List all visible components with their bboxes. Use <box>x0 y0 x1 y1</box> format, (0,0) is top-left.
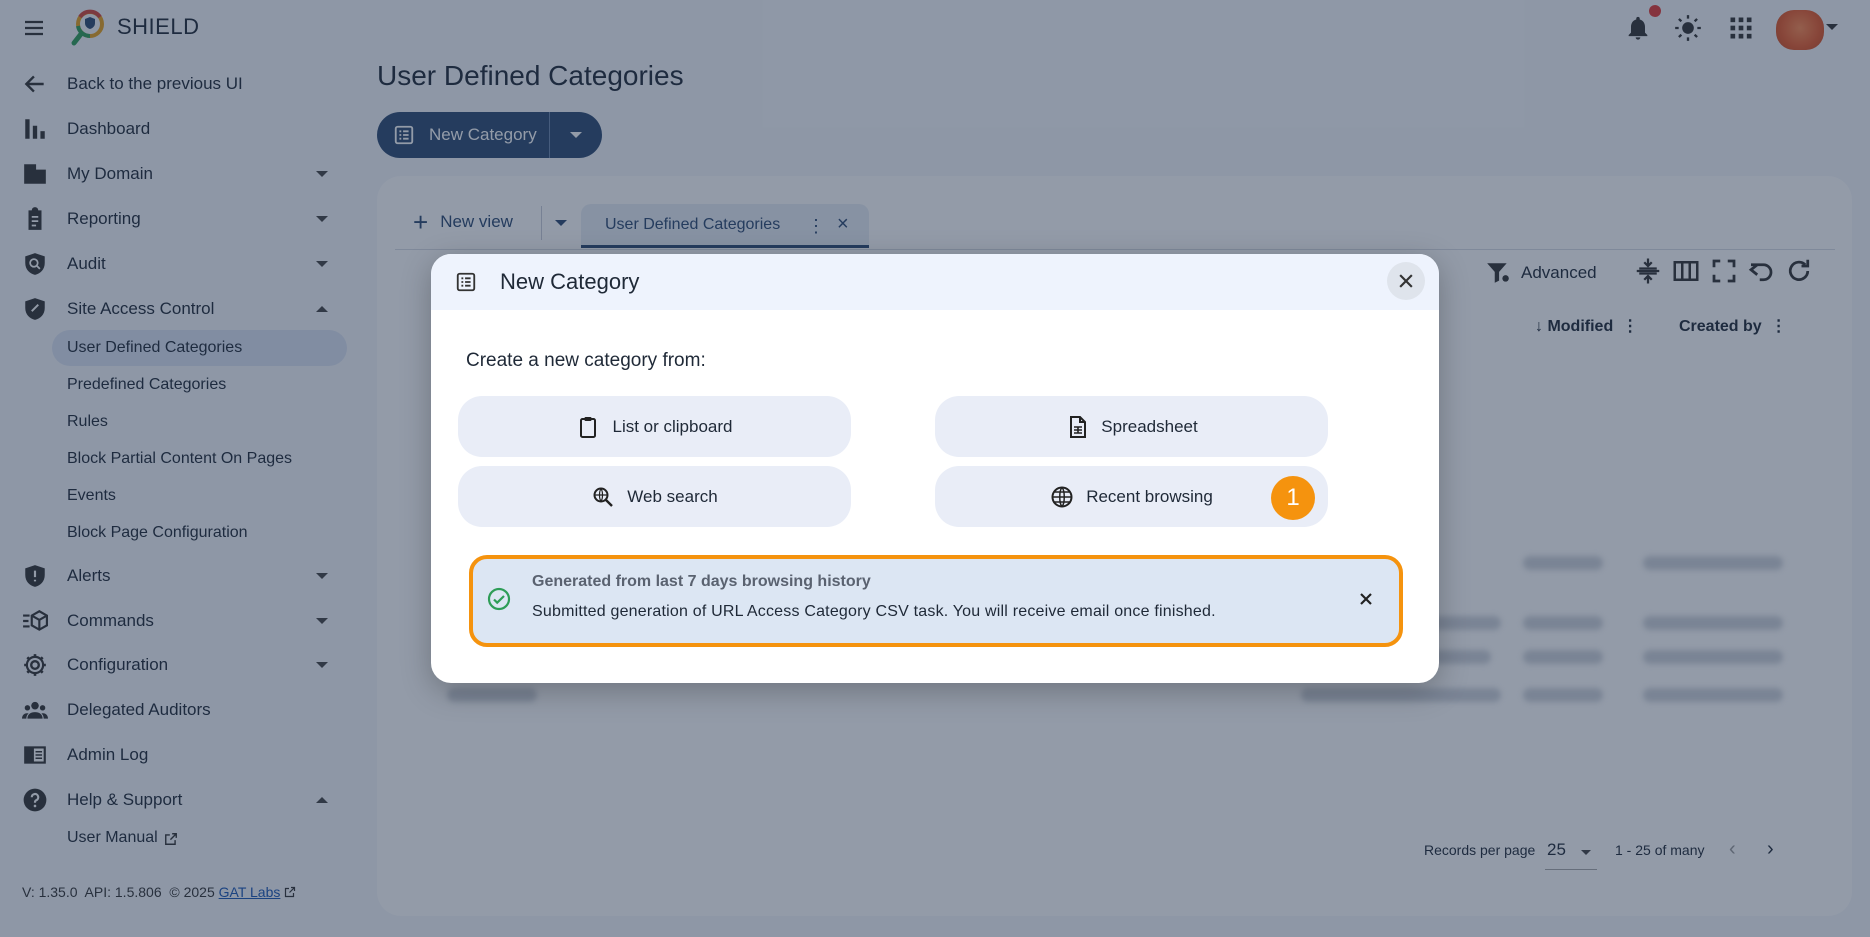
check-circle-icon <box>487 587 511 611</box>
option-label: List or clipboard <box>612 416 733 436</box>
success-alert: Generated from last 7 days browsing hist… <box>469 555 1403 647</box>
option-label: Spreadsheet <box>1101 416 1198 436</box>
option-label: Recent browsing <box>1086 486 1213 506</box>
list-icon <box>456 272 476 292</box>
alert-title: Generated from last 7 days browsing hist… <box>532 573 871 590</box>
recent-browsing-button[interactable]: Recent browsing <box>935 466 1328 527</box>
dialog-title: New Category <box>500 269 640 294</box>
close-alert-icon[interactable] <box>1356 589 1376 609</box>
close-dialog-button[interactable] <box>1387 262 1425 300</box>
dialog-header: New Category <box>431 254 1439 310</box>
globe-icon <box>1051 486 1073 507</box>
spreadsheet-file-icon <box>1070 415 1087 438</box>
list-or-clipboard-button[interactable]: List or clipboard <box>458 396 851 457</box>
clipboard-icon <box>580 416 597 438</box>
web-search-button[interactable]: Web search <box>458 466 851 527</box>
spreadsheet-button[interactable]: Spreadsheet <box>935 396 1328 457</box>
search-globe-icon <box>593 487 614 507</box>
close-icon <box>1399 274 1413 288</box>
option-label: Web search <box>627 486 718 506</box>
new-category-dialog: New Category Create a new category from:… <box>431 254 1439 683</box>
dialog-subtitle: Create a new category from: <box>466 350 706 371</box>
step-number-badge: 1 <box>1271 476 1315 520</box>
alert-message: Submitted generation of URL Access Categ… <box>532 603 1216 620</box>
